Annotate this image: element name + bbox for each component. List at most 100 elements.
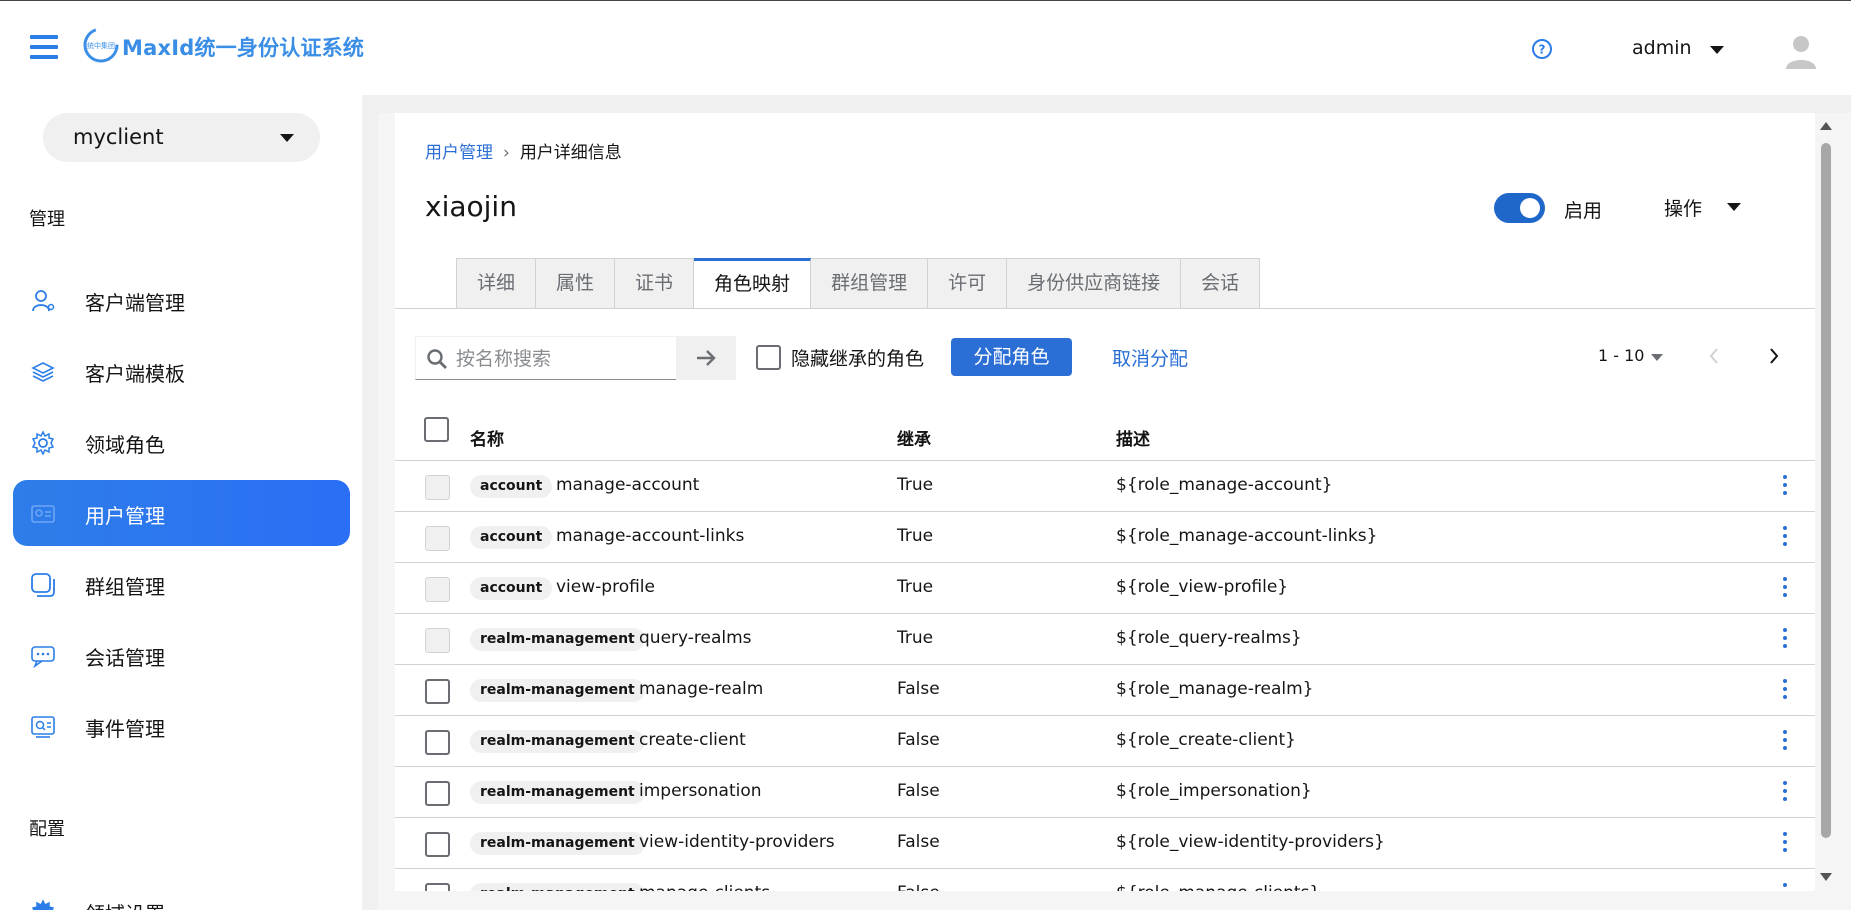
tab-consents[interactable]: 许可 [928, 258, 1008, 309]
breadcrumb: 用户管理 › 用户详细信息 [425, 138, 622, 163]
kebab-menu-icon[interactable] [1782, 628, 1788, 650]
inherited-value: False [897, 679, 940, 699]
sidebar-item-clients[interactable]: 客户端管理 [13, 267, 350, 333]
search-input[interactable] [456, 345, 671, 373]
hide-inherited-checkbox[interactable] [756, 345, 781, 370]
kebab-menu-icon[interactable] [1782, 883, 1788, 891]
scroll-up-arrow-icon[interactable] [1820, 122, 1832, 130]
sidebar: myclient 管理 客户端管理 客户端模板 领域角色 用户管理 群组管理 会… [0, 95, 362, 910]
help-icon[interactable]: ? [1531, 38, 1553, 60]
assign-role-button[interactable]: 分配角色 [951, 338, 1072, 376]
sidebar-item-sessions[interactable]: 会话管理 [13, 622, 350, 688]
sidebar-item-realm-settings[interactable]: 领域设置 [13, 878, 350, 910]
role-description: ${role_manage-account-links} [1116, 526, 1378, 546]
caret-down-icon[interactable] [1651, 354, 1663, 361]
sidebar-item-events[interactable]: 事件管理 [13, 693, 350, 759]
select-all-checkbox[interactable] [424, 417, 449, 442]
breadcrumb-current: 用户详细信息 [519, 143, 622, 163]
avatar[interactable] [1784, 33, 1818, 71]
caret-down-icon[interactable] [1727, 203, 1741, 211]
role-description: ${role_view-identity-providers} [1116, 832, 1385, 852]
scroll-down-arrow-icon[interactable] [1820, 873, 1832, 881]
tabs-divider [395, 308, 1815, 309]
actions-dropdown[interactable]: 操作 [1664, 194, 1702, 221]
table-row[interactable]: realm-management create-client False ${r… [395, 716, 1815, 767]
pagination-range[interactable]: 1 - 10 [1598, 346, 1644, 365]
client-badge: realm-management [470, 832, 645, 855]
table-row[interactable]: account view-profile True ${role_view-pr… [395, 563, 1815, 614]
table-row[interactable]: account manage-account True ${role_manag… [395, 461, 1815, 512]
chevron-right-icon[interactable] [1766, 346, 1782, 366]
tab-credentials[interactable]: 证书 [615, 258, 695, 309]
caret-down-icon[interactable] [1710, 46, 1724, 54]
chat-icon [31, 646, 55, 669]
tab-groups[interactable]: 群组管理 [811, 258, 929, 309]
enabled-toggle-label: 启用 [1564, 200, 1603, 222]
sidebar-item-label: 用户管理 [85, 504, 165, 528]
table-row[interactable]: account manage-account-links True ${role… [395, 512, 1815, 563]
row-checkbox [425, 475, 450, 500]
row-checkbox [425, 526, 450, 551]
kebab-menu-icon[interactable] [1782, 475, 1788, 497]
brand-logo-icon: 统中集团 [83, 27, 119, 63]
kebab-menu-icon[interactable] [1782, 679, 1788, 701]
kebab-menu-icon[interactable] [1782, 577, 1788, 599]
table-row[interactable]: realm-management view-identity-providers… [395, 818, 1815, 869]
search-submit-button[interactable] [676, 336, 736, 380]
table-row[interactable]: realm-management manage-clients False ${… [395, 869, 1815, 891]
table-row[interactable]: realm-management query-realms True ${rol… [395, 614, 1815, 665]
role-name: manage-realm [639, 679, 764, 699]
sidebar-item-client-templates[interactable]: 客户端模板 [13, 338, 350, 404]
sidebar-item-users[interactable]: 用户管理 [13, 480, 350, 546]
tab-details[interactable]: 详细 [456, 258, 537, 309]
role-name: view-profile [556, 577, 655, 597]
scroll-thumb[interactable] [1821, 143, 1831, 838]
panel-bottom-edge [378, 891, 1815, 910]
row-checkbox[interactable] [425, 832, 450, 857]
tab-role-mapping[interactable]: 角色映射 [694, 258, 812, 309]
kebab-menu-icon[interactable] [1782, 832, 1788, 854]
chevron-left-icon[interactable] [1706, 346, 1722, 366]
section-label-manage: 管理 [29, 209, 65, 230]
unassign-button[interactable]: 取消分配 [1112, 344, 1188, 371]
row-checkbox[interactable] [425, 781, 450, 806]
sidebar-item-label: 领域设置 [85, 898, 165, 910]
event-log-icon [31, 716, 55, 738]
client-badge: account [470, 526, 553, 549]
sidebar-item-groups[interactable]: 群组管理 [13, 551, 350, 617]
breadcrumb-link-users[interactable]: 用户管理 [425, 143, 493, 163]
logo-text: 统中集团 [87, 41, 115, 50]
row-checkbox[interactable] [425, 679, 450, 704]
tab-sessions[interactable]: 会话 [1181, 258, 1261, 309]
column-header-name[interactable]: 名称 [470, 425, 504, 450]
inherited-value: True [897, 628, 934, 648]
inherited-value: True [897, 526, 934, 546]
client-selector[interactable]: myclient [43, 113, 320, 162]
gear-icon [31, 430, 55, 456]
inherited-value: True [897, 475, 934, 495]
kebab-menu-icon[interactable] [1782, 526, 1788, 548]
column-header-inherited[interactable]: 继承 [897, 425, 931, 450]
vertical-scrollbar[interactable] [1815, 113, 1841, 894]
client-badge: account [470, 577, 553, 600]
tab-attributes[interactable]: 属性 [536, 258, 616, 309]
client-badge: realm-management [470, 781, 645, 804]
hamburger-menu-icon[interactable] [30, 35, 58, 59]
role-name: view-identity-providers [639, 832, 835, 852]
table-row[interactable]: realm-management impersonation False ${r… [395, 767, 1815, 818]
row-checkbox [425, 628, 450, 653]
kebab-menu-icon[interactable] [1782, 730, 1788, 752]
gear-icon [31, 899, 55, 910]
client-badge: realm-management [470, 628, 645, 651]
user-menu-toggle[interactable]: admin [1632, 37, 1692, 59]
tab-identity-provider-links[interactable]: 身份供应商链接 [1007, 258, 1182, 309]
kebab-menu-icon[interactable] [1782, 781, 1788, 803]
sidebar-item-label: 群组管理 [85, 575, 165, 599]
enabled-toggle[interactable] [1494, 193, 1545, 223]
column-header-description[interactable]: 描述 [1116, 425, 1150, 450]
role-description: ${role_manage-realm} [1116, 679, 1314, 699]
table-row[interactable]: realm-management manage-realm False ${ro… [395, 665, 1815, 716]
sidebar-item-realm-roles[interactable]: 领域角色 [13, 409, 350, 475]
row-checkbox[interactable] [425, 883, 450, 891]
row-checkbox[interactable] [425, 730, 450, 755]
